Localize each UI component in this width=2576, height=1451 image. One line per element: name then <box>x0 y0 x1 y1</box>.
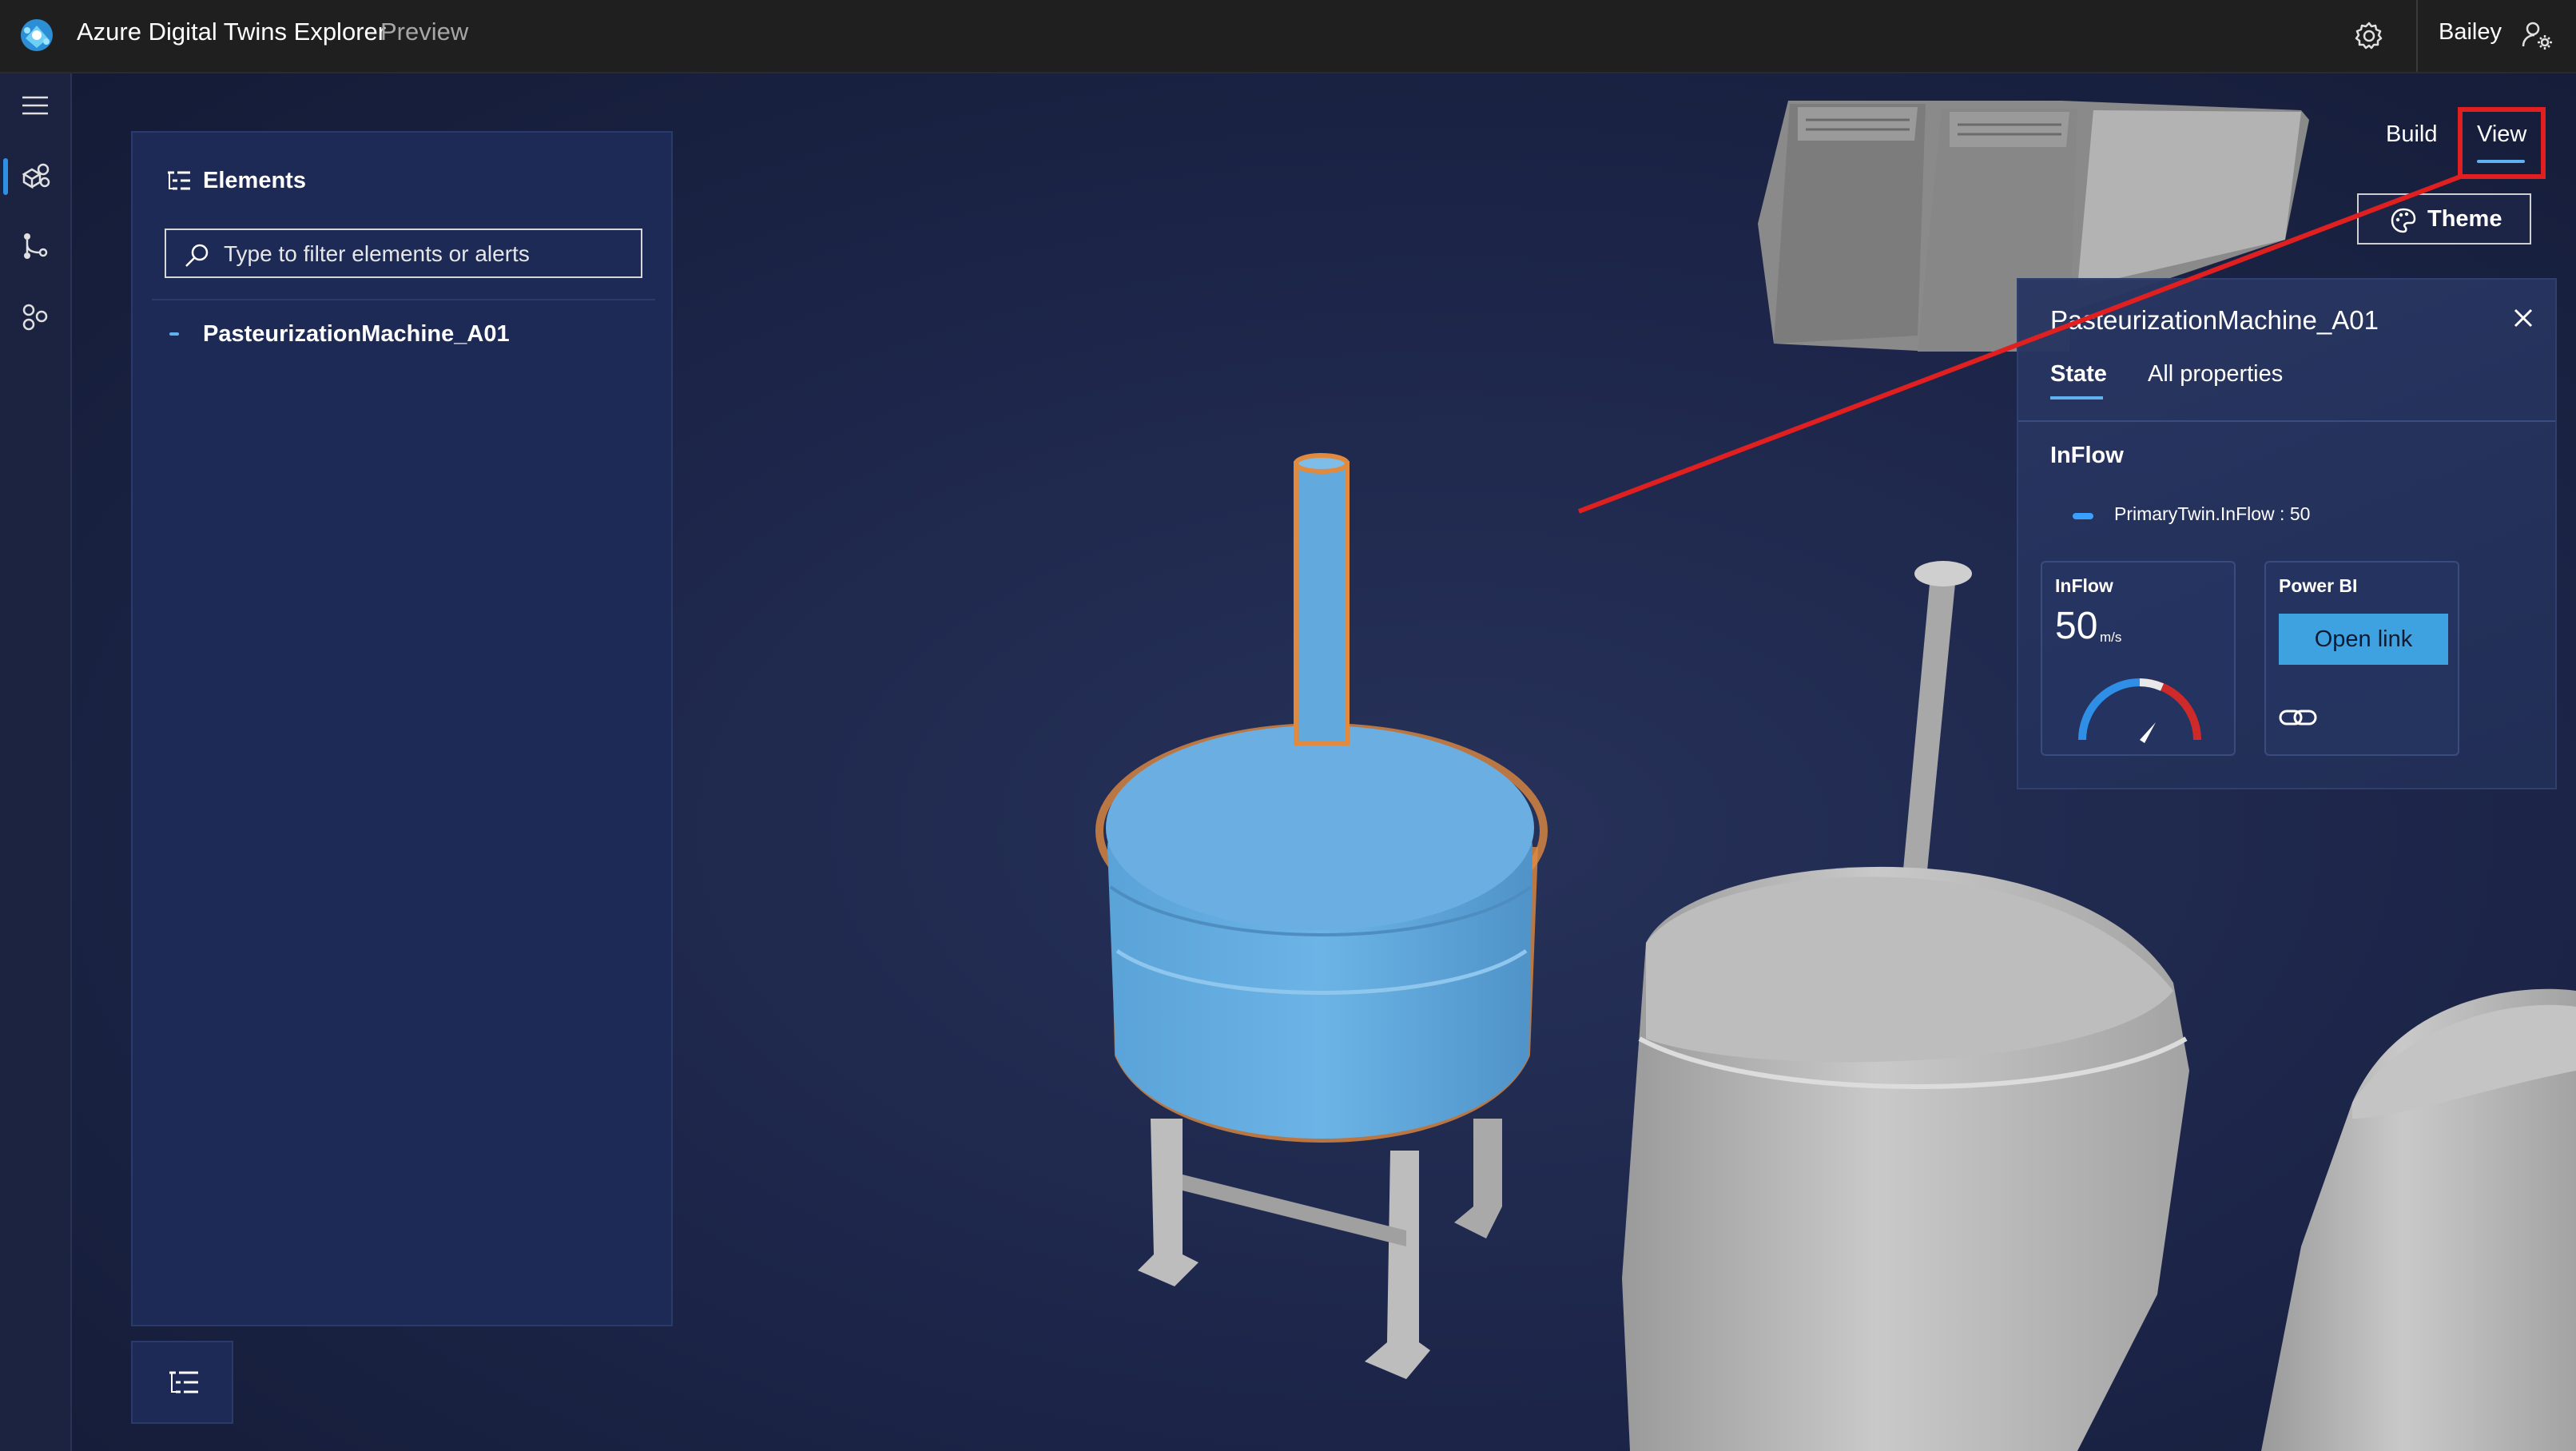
inflow-gauge-card: InFlow 50 m/s <box>2041 561 2236 756</box>
tank-gray-far-right <box>2261 988 2576 1451</box>
theme-button[interactable]: Theme <box>2357 193 2531 244</box>
toggle-elements-panel-button[interactable] <box>131 1341 233 1424</box>
pasteurization-machine-a01-model[interactable] <box>1095 453 1548 1379</box>
link-icon[interactable] <box>2277 703 2319 732</box>
element-item-label: PasteurizationMachine_A01 <box>203 321 510 347</box>
status-indicator <box>2073 513 2093 519</box>
theme-button-label: Theme <box>2427 206 2502 232</box>
view-tab-highlight-box <box>2458 107 2546 179</box>
palette-icon <box>2391 208 2416 233</box>
powerbi-card-title: Power BI <box>2279 575 2358 596</box>
twin-details-popover: PasteurizationMachine_A01 State All prop… <box>2017 278 2557 789</box>
inflow-section-heading: InFlow <box>2050 443 2124 468</box>
element-status-indicator <box>169 332 179 336</box>
elements-divider <box>152 299 655 300</box>
elements-panel: Elements PasteurizationMachine_A01 <box>131 131 673 1326</box>
elements-search-box[interactable] <box>165 229 642 278</box>
search-icon <box>185 244 209 267</box>
gauge-icon <box>2078 678 2201 743</box>
open-link-button[interactable]: Open link <box>2279 614 2448 665</box>
inflow-value: 50 <box>2055 605 2098 647</box>
tab-state[interactable]: State <box>2050 361 2107 388</box>
status-line: PrimaryTwin.InFlow : 50 <box>2114 503 2311 524</box>
inflow-card-title: InFlow <box>2055 575 2113 596</box>
popover-title: PasteurizationMachine_A01 <box>2050 305 2379 335</box>
elements-panel-title: Elements <box>203 168 306 193</box>
powerbi-card: Power BI Open link <box>2264 561 2459 756</box>
elements-search-input[interactable] <box>222 237 633 272</box>
tab-state-active-indicator <box>2050 396 2103 400</box>
close-icon[interactable] <box>2507 302 2539 334</box>
tab-all-properties[interactable]: All properties <box>2148 361 2283 388</box>
build-mode-tab[interactable]: Build <box>2386 121 2438 148</box>
element-item-pasteurizationmachine-a01[interactable]: PasteurizationMachine_A01 <box>152 310 655 358</box>
popover-divider <box>2018 420 2555 422</box>
elements-list-icon <box>168 171 190 190</box>
list-view-icon <box>169 1371 198 1393</box>
inflow-unit: m/s <box>2100 630 2122 645</box>
